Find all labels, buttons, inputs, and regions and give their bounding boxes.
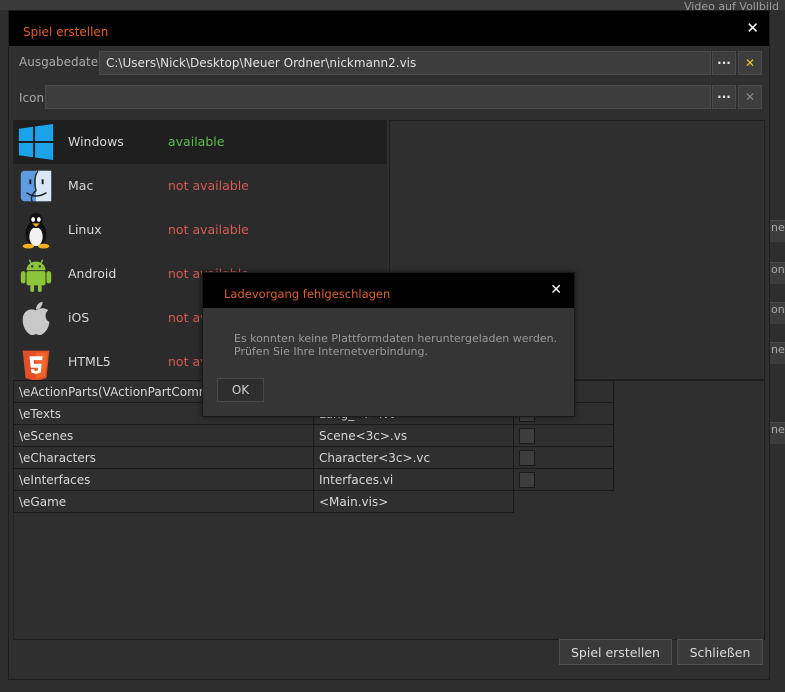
param-check-cell bbox=[513, 424, 614, 447]
platform-name: Windows bbox=[68, 134, 124, 149]
close-icon[interactable]: ✕ bbox=[550, 282, 562, 298]
android-robot-icon bbox=[20, 259, 52, 293]
param-value[interactable]: Character<3c>.vc bbox=[313, 446, 514, 469]
background-panel-item: ne bbox=[770, 220, 785, 242]
error-dialog-titlebar: Ladevorgang fehlgeschlagen ✕ bbox=[203, 273, 574, 308]
icon-field[interactable] bbox=[45, 85, 711, 109]
param-checkbox[interactable] bbox=[519, 471, 535, 488]
table-row[interactable]: \eGame <Main.vis> bbox=[13, 490, 614, 513]
dialog-titlebar: Spiel erstellen ✕ bbox=[9, 11, 769, 46]
clear-x-icon: ✕ bbox=[744, 90, 756, 104]
background-panel-item: ne bbox=[770, 422, 785, 444]
background-toolbar bbox=[0, 0, 785, 10]
param-name: \eGame bbox=[13, 490, 314, 513]
error-message-line: Prüfen Sie Ihre Internetverbindung. bbox=[234, 345, 428, 358]
background-right-panel: ne on on ne ne bbox=[770, 180, 785, 690]
param-checkbox[interactable] bbox=[519, 427, 535, 444]
param-name: \eCharacters bbox=[13, 446, 314, 469]
dialog-title: Spiel erstellen bbox=[23, 25, 109, 39]
background-panel-label: on bbox=[771, 303, 785, 316]
param-value[interactable]: Interfaces.vi bbox=[313, 468, 514, 491]
table-row[interactable]: \eCharacters Character<3c>.vc bbox=[13, 446, 614, 469]
platform-name: Mac bbox=[68, 178, 94, 193]
platform-status: not available bbox=[168, 178, 249, 193]
error-message: Es konnten keine Plattformdaten herunter… bbox=[234, 332, 557, 358]
html5-logo-icon bbox=[22, 350, 50, 380]
param-value[interactable]: <Main.vis> bbox=[313, 490, 514, 513]
table-row[interactable]: \eScenes Scene<3c>.vs bbox=[13, 424, 614, 447]
background-panel-item: on bbox=[770, 262, 785, 284]
ellipsis-icon: ··· bbox=[717, 90, 731, 104]
background-panel-label: on bbox=[771, 263, 785, 276]
linux-tux-icon bbox=[22, 212, 50, 249]
error-dialog: Ladevorgang fehlgeschlagen ✕ Es konnten … bbox=[202, 272, 575, 417]
browse-output-button[interactable]: ··· bbox=[712, 51, 736, 75]
build-game-button[interactable]: Spiel erstellen bbox=[559, 639, 672, 665]
platform-status: available bbox=[168, 134, 225, 149]
background-panel-label: ne bbox=[771, 423, 785, 436]
mac-finder-icon bbox=[20, 170, 52, 202]
platform-name: Linux bbox=[68, 222, 102, 237]
param-name: \eScenes bbox=[13, 424, 314, 447]
background-panel-label: ne bbox=[771, 343, 785, 356]
param-check-cell bbox=[513, 468, 614, 491]
error-dialog-title: Ladevorgang fehlgeschlagen bbox=[224, 287, 391, 301]
param-empty-cell bbox=[514, 491, 614, 513]
output-file-field[interactable]: C:\Users\Nick\Desktop\Neuer Ordner\nickm… bbox=[99, 51, 711, 75]
icon-label: Icon bbox=[19, 91, 45, 105]
platform-item-windows[interactable]: Windows available bbox=[13, 120, 387, 164]
browse-icon-button[interactable]: ··· bbox=[712, 85, 736, 109]
close-icon[interactable]: ✕ bbox=[746, 19, 759, 37]
param-name: \eInterfaces bbox=[13, 468, 314, 491]
apple-logo-icon bbox=[22, 301, 50, 336]
error-message-line: Es konnten keine Plattformdaten herunter… bbox=[234, 332, 558, 345]
param-checkbox[interactable] bbox=[519, 449, 535, 466]
clear-icon-button[interactable]: ✕ bbox=[738, 85, 762, 109]
background-panel-label: ne bbox=[771, 221, 785, 234]
platform-name: Android bbox=[68, 266, 117, 281]
platform-status: not available bbox=[168, 222, 249, 237]
platform-name: HTML5 bbox=[68, 354, 111, 369]
table-row[interactable]: \eInterfaces Interfaces.vi bbox=[13, 468, 614, 491]
param-check-cell bbox=[513, 446, 614, 469]
output-file-label: Ausgabedatei bbox=[19, 55, 102, 69]
platform-item-mac[interactable]: Mac not available bbox=[13, 164, 377, 208]
background-panel-item: on bbox=[770, 302, 785, 324]
windows-logo-icon bbox=[18, 123, 54, 161]
close-button[interactable]: Schließen bbox=[677, 639, 763, 665]
ok-button[interactable]: OK bbox=[217, 378, 264, 402]
param-value[interactable]: Scene<3c>.vs bbox=[313, 424, 514, 447]
platform-item-linux[interactable]: Linux not available bbox=[13, 208, 377, 252]
ellipsis-icon: ··· bbox=[717, 56, 731, 70]
platform-name: iOS bbox=[68, 310, 90, 325]
clear-x-icon: ✕ bbox=[744, 56, 756, 70]
background-panel-item: ne bbox=[770, 342, 785, 364]
clear-output-button[interactable]: ✕ bbox=[738, 51, 762, 75]
